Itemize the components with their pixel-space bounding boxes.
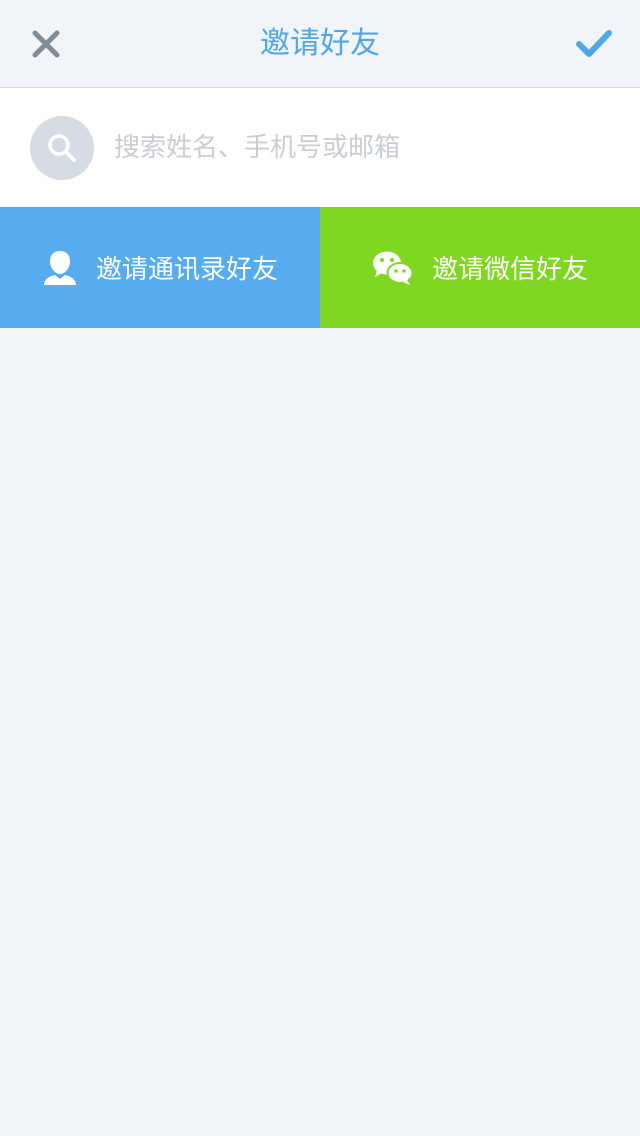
confirm-button[interactable] [572,20,616,68]
invite-wechat-label: 邀请微信好友 [431,255,588,285]
search-input[interactable] [114,118,614,178]
checkmark-icon [576,30,612,57]
person-icon [42,249,78,287]
invite-contacts-label: 邀请通讯录好友 [95,255,278,285]
page-title: 邀请好友 [260,26,380,61]
results-area [0,328,640,1136]
invite-contacts-button[interactable]: 邀请通讯录好友 [0,207,320,328]
invite-actions: 邀请通讯录好友 邀请微信好友 [0,207,640,328]
invite-friends-screen: 邀请好友 邀请通讯录好友 [0,0,640,1136]
wechat-icon [372,250,414,286]
search-icon [48,134,76,162]
search-bar [0,88,640,207]
search-button[interactable] [30,116,94,180]
navigation-bar: 邀请好友 [0,0,640,88]
invite-wechat-button[interactable]: 邀请微信好友 [320,207,640,328]
